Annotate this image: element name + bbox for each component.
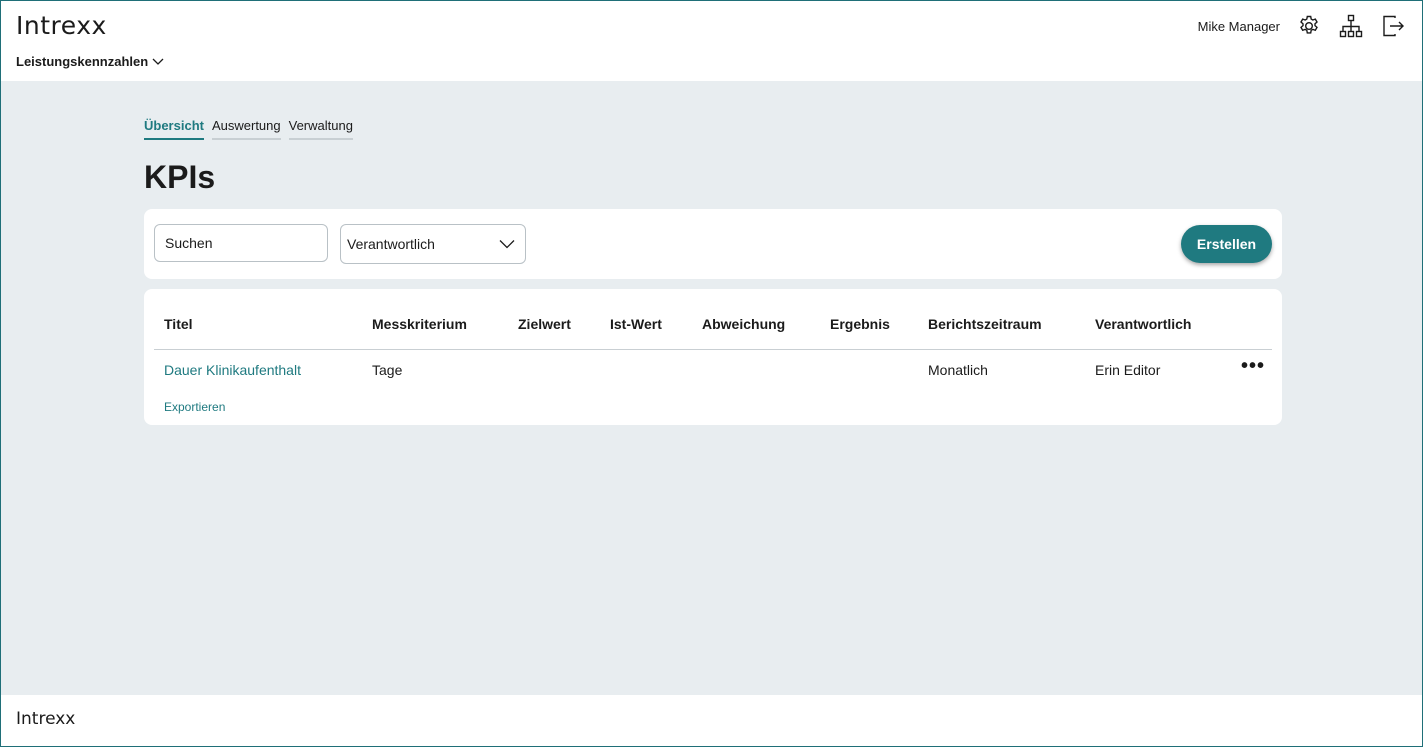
row-title-link[interactable]: Dauer Klinikaufenthalt: [164, 362, 301, 378]
column-header-messkriterium[interactable]: Messkriterium: [372, 316, 467, 332]
gear-icon[interactable]: [1296, 13, 1322, 39]
column-header-titel[interactable]: Titel: [164, 316, 193, 332]
user-name[interactable]: Mike Manager: [1198, 19, 1280, 34]
footer: Intrexx: [1, 695, 1422, 746]
logout-icon[interactable]: [1380, 13, 1406, 39]
tab-uebersicht[interactable]: Übersicht: [144, 118, 204, 140]
responsible-select[interactable]: Verantwortlich: [340, 224, 526, 264]
row-berichtszeitraum: Monatlich: [928, 362, 988, 378]
sitemap-icon[interactable]: [1338, 13, 1364, 39]
more-options-icon[interactable]: •••: [1241, 355, 1265, 378]
user-area: Mike Manager: [1198, 13, 1406, 39]
tab-bar: Übersicht Auswertung Verwaltung: [144, 118, 353, 140]
app-menu-dropdown[interactable]: Leistungskennzahlen: [16, 54, 164, 69]
filter-bar: Verantwortlich Erstellen: [144, 209, 1282, 279]
search-input[interactable]: [154, 224, 328, 262]
responsible-select-value: Verantwortlich: [347, 236, 435, 252]
export-link[interactable]: Exportieren: [164, 400, 225, 414]
table-header-divider: [154, 349, 1272, 350]
kpi-table: Titel Messkriterium Zielwert Ist-Wert Ab…: [144, 289, 1282, 425]
tab-verwaltung[interactable]: Verwaltung: [288, 118, 353, 140]
top-header: Intrexx Leistungskennzahlen Mike Manager: [1, 1, 1422, 81]
intrexx-logo[interactable]: Intrexx: [16, 11, 107, 40]
row-messkriterium: Tage: [372, 362, 403, 378]
column-header-zielwert[interactable]: Zielwert: [518, 316, 571, 332]
tab-auswertung[interactable]: Auswertung: [211, 118, 281, 140]
column-header-berichtszeitraum[interactable]: Berichtszeitraum: [928, 316, 1042, 332]
app-menu-label: Leistungskennzahlen: [16, 54, 149, 69]
column-header-abweichung[interactable]: Abweichung: [702, 316, 785, 332]
chevron-down-icon: [499, 236, 515, 252]
chevron-down-icon: [152, 54, 164, 69]
create-button[interactable]: Erstellen: [1181, 225, 1272, 263]
page-title: KPIs: [144, 159, 216, 195]
column-header-ergebnis[interactable]: Ergebnis: [830, 316, 890, 332]
column-header-verantwortlich[interactable]: Verantwortlich: [1095, 316, 1191, 332]
footer-logo: Intrexx: [16, 709, 76, 729]
column-header-ist-wert[interactable]: Ist-Wert: [610, 316, 662, 332]
row-verantwortlich: Erin Editor: [1095, 362, 1161, 378]
